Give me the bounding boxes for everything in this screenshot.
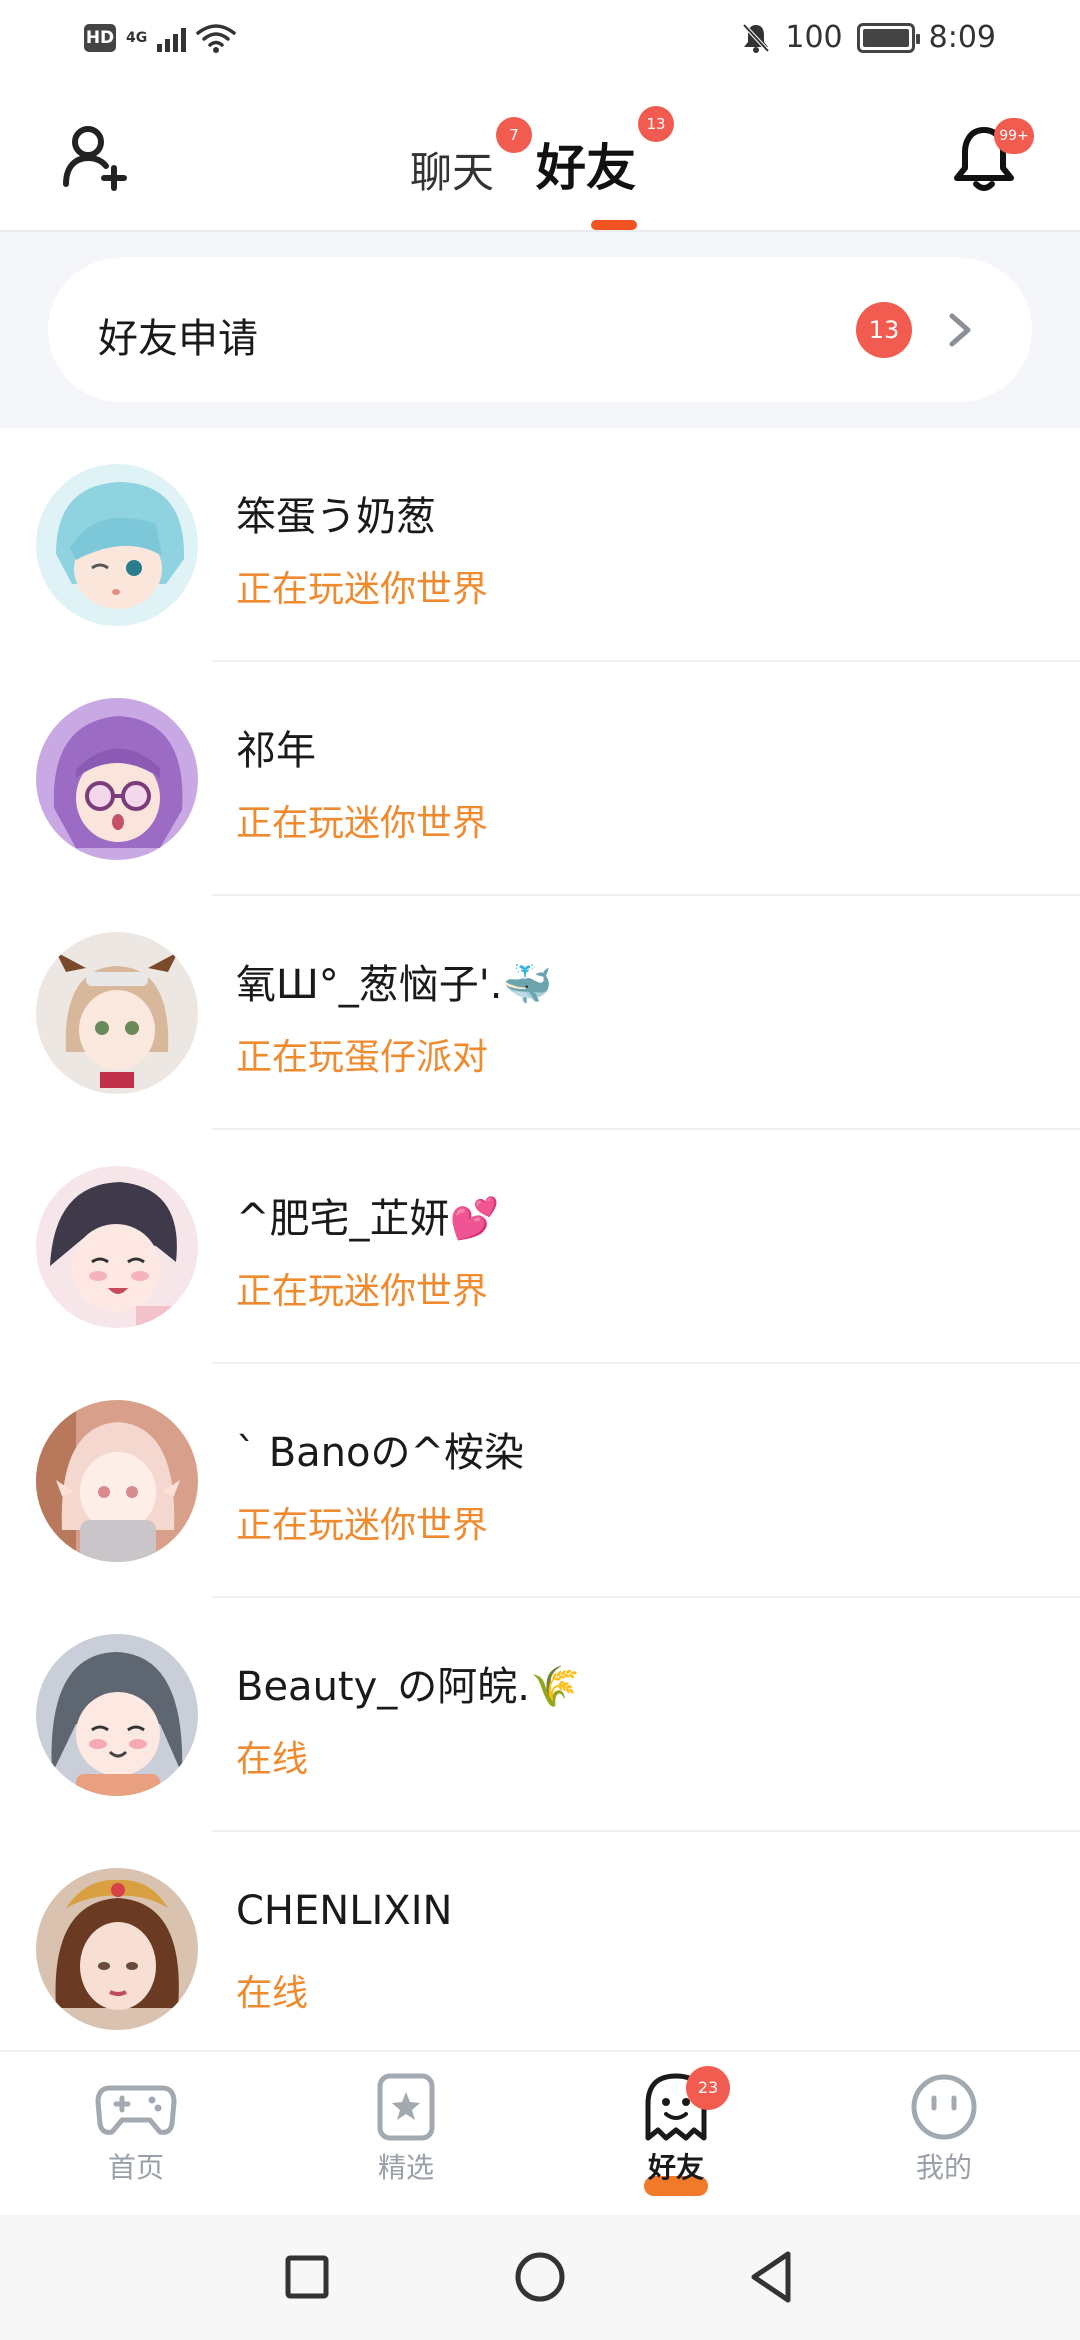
tab-friends[interactable]: 好友 13 [536,106,675,200]
nav-me-label: 我的 [915,2151,972,2184]
bottom-navigation: 首页 精选 23 好友 我的 [0,2050,1080,2214]
friend-name: Beauty_の阿皖.🌾 [236,1664,580,1710]
tab-chat-label: 聊天 [410,148,495,197]
friend-name: ` Banoの^桉染 [236,1430,525,1476]
back-triangle-icon[interactable] [740,2244,806,2310]
friend-row[interactable]: ` Banoの^桉染 正在玩迷你世界 [0,1364,1080,1598]
tab-chat[interactable]: 聊天 7 [410,117,533,200]
status-right: 100 8:09 [741,20,996,55]
friend-list: 笨蛋う奶葱 正在玩迷你世界 祁年 正在玩迷你世界 氧Ш°_葱恼子'.🐳 正在玩蛋… [0,428,1080,2066]
active-tab-indicator [591,220,637,230]
star-bookmark-icon [377,2073,435,2141]
avatar [36,1400,198,1562]
status-left: HD 4G [84,22,236,54]
nav-featured-label: 精选 [377,2151,434,2184]
nav-friends-badge: 23 [686,2066,730,2110]
recent-apps-icon[interactable] [274,2244,340,2310]
friend-row[interactable]: CHENLIXIN 在线 [0,1832,1080,2066]
friend-row[interactable]: 祁年 正在玩迷你世界 [0,662,1080,896]
wifi-icon [196,24,236,53]
friend-status: 正在玩迷你世界 [236,803,489,844]
friend-name: CHENLIXIN [236,1888,453,1934]
avatar [36,932,198,1094]
avatar [36,1868,198,2030]
friend-status: 在线 [236,1739,309,1780]
friend-request-section: 好友申请 13 [0,232,1080,428]
header-tabs: 聊天 7 好友 13 [410,106,675,200]
friend-request-label: 好友申请 [98,316,258,362]
friend-name: ^肥宅_芷妍💕 [236,1196,500,1242]
system-navigation-bar [0,2214,1080,2340]
clock: 8:09 [928,20,996,55]
friend-name: 氧Ш°_葱恼子'.🐳 [236,962,553,1008]
avatar [36,464,198,626]
notification-badge: 99+ [994,118,1034,154]
nav-friends-label: 好友 [647,2151,704,2184]
friend-status: 正在玩迷你世界 [236,1505,489,1546]
avatar [36,1634,198,1796]
friend-name: 祁年 [236,728,316,774]
hd-voice-icon: HD [84,24,116,52]
chevron-right-icon [949,313,971,347]
network-type: 4G [126,30,148,46]
nav-featured[interactable]: 精选 [326,2072,486,2212]
friend-request-count: 13 [856,302,912,358]
friend-row[interactable]: ^肥宅_芷妍💕 正在玩迷你世界 [0,1130,1080,1364]
tab-friends-label: 好友 [536,139,637,197]
avatar [36,698,198,860]
top-header: 聊天 7 好友 13 99+ [0,80,1080,232]
nav-friends[interactable]: 23 好友 [596,2066,756,2212]
add-friend-icon[interactable] [60,122,130,192]
mute-bell-icon [742,23,770,53]
friend-status: 正在玩迷你世界 [236,569,489,610]
friend-request-button[interactable]: 好友申请 13 [48,258,1032,402]
friend-status: 在线 [236,1973,309,2014]
signal-icon [157,24,187,52]
friend-status: 正在玩迷你世界 [236,1271,489,1312]
status-bar: HD 4G 100 8:09 [0,0,1080,80]
friend-row[interactable]: 笨蛋う奶葱 正在玩迷你世界 [0,428,1080,662]
friend-row[interactable]: 氧Ш°_葱恼子'.🐳 正在玩蛋仔派对 [0,896,1080,1130]
tab-friends-badge: 13 [638,106,675,142]
gamepad-icon [95,2085,177,2135]
friend-row[interactable]: Beauty_の阿皖.🌾 在线 [0,1598,1080,1832]
nav-home-label: 首页 [107,2151,164,2184]
battery-icon [856,22,920,53]
friend-status: 正在玩蛋仔派对 [236,1037,489,1078]
nav-me[interactable]: 我的 [864,2072,1024,2212]
battery-percent: 100 [785,20,843,55]
avatar [36,1166,198,1328]
nav-home[interactable]: 首页 [56,2072,216,2212]
friend-name: 笨蛋う奶葱 [236,494,436,540]
home-circle-icon[interactable] [507,2244,573,2310]
smiley-icon [911,2074,977,2140]
tab-chat-badge: 7 [496,117,533,153]
